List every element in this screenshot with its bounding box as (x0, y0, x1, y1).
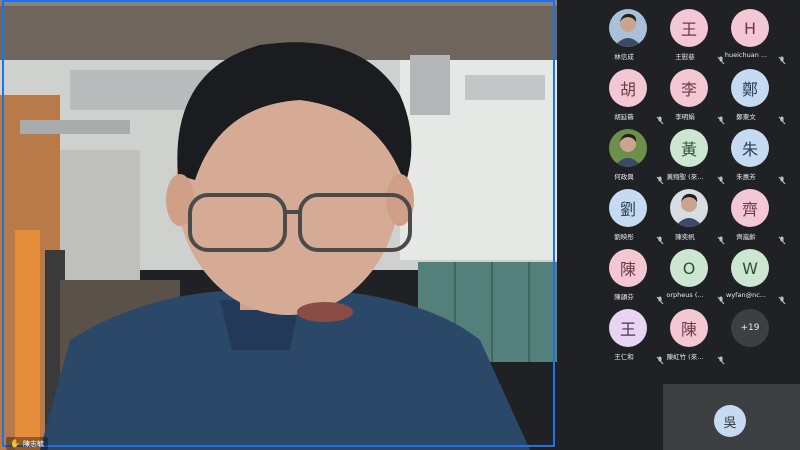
participant-name: 劉映彤 (614, 233, 634, 241)
participant-grid: 林信成王王慰慈 Hhueichuan ... 胡胡延薇李李明娟鄭鄭東文 何政興黃黃翔聖… (557, 0, 800, 450)
participant-name: 林信成 (614, 53, 634, 61)
participant-avatar: H (731, 9, 769, 47)
participant-tile[interactable]: 黃黃翔聖 (來... (659, 121, 725, 185)
mic-muted-icon (778, 290, 786, 305)
speaker-video[interactable]: ✋ 陳志毓 (0, 0, 557, 450)
participant-tile[interactable]: 齊齊嵐齡 (720, 181, 786, 245)
participant-initial: 王 (680, 20, 697, 39)
participant-name: 李明娟 (675, 113, 695, 121)
more-participants-count: +19 (731, 309, 769, 347)
participant-avatar: 黃 (670, 129, 708, 167)
participant-name: 陳奕帆 (675, 233, 695, 241)
speaker-name: 陳志毓 (22, 439, 44, 448)
participant-name: 王慰慈 (675, 53, 695, 61)
participant-name: 齊嵐齡 (736, 233, 756, 241)
participant-initial: 劉 (619, 200, 636, 219)
participant-avatar: 李 (670, 69, 708, 107)
participant-initial: O (682, 258, 696, 278)
participant-name: wyfan@nc... (726, 291, 766, 299)
participant-tile[interactable]: Oorpheus (... (659, 241, 725, 305)
participant-name: orpheus (... (666, 291, 704, 299)
participant-initial: 胡 (619, 80, 636, 99)
participant-initial: W (742, 258, 758, 278)
participant-initial: H (743, 18, 757, 38)
participant-initial: 朱 (741, 140, 758, 159)
mic-muted-icon (778, 50, 786, 65)
participant-avatar: 胡 (609, 69, 647, 107)
participant-avatar: 陳 (670, 309, 708, 347)
participant-initial: 王 (619, 320, 636, 339)
participant-initial: 陳 (619, 260, 636, 279)
participant-tile[interactable]: 劉劉映彤 (598, 181, 664, 245)
participant-name: hueichuan ... (724, 51, 768, 59)
speaker-video-frame (0, 0, 557, 450)
participant-tile[interactable]: 王王仁和 (598, 301, 664, 365)
participant-name: 陳虹竹 (來... (666, 353, 704, 361)
participant-initial: 陳 (680, 320, 697, 339)
participant-avatar: 王 (609, 309, 647, 347)
participant-avatar: 王 (670, 9, 708, 47)
participant-tile[interactable]: 陳陳韻芬 (598, 241, 664, 305)
participant-initial: 鄭 (741, 80, 758, 99)
participant-avatar: 劉 (609, 189, 647, 227)
participant-name: 胡延薇 (614, 113, 634, 121)
self-avatar-letter: 吳 (723, 415, 737, 431)
participant-tile[interactable]: 王王慰慈 (659, 1, 725, 65)
participant-tile[interactable]: 朱朱惠芳 (720, 121, 786, 185)
raised-hand-icon: ✋ (10, 439, 20, 448)
participant-name: 黃翔聖 (來... (666, 173, 704, 181)
participant-tile[interactable]: 陳陳虹竹 (來... (659, 301, 725, 365)
participant-name: 朱惠芳 (736, 173, 756, 181)
participant-tile[interactable]: 胡胡延薇 (598, 61, 664, 125)
participant-tile[interactable]: 李李明娟 (659, 61, 725, 125)
participant-initial: 黃 (680, 140, 697, 159)
participant-avatar: O (670, 249, 708, 287)
participant-tile[interactable]: Hhueichuan ... (720, 1, 786, 65)
participant-tile[interactable]: 林信成 (598, 1, 658, 61)
participant-avatar: 齊 (731, 189, 769, 227)
more-participants-tile[interactable]: +19 (720, 301, 780, 361)
speaker-name-tag: ✋ 陳志毓 (6, 437, 48, 450)
participant-name: 鄭東文 (736, 113, 756, 121)
participant-tile[interactable]: 何政興 (598, 121, 664, 185)
participant-tile[interactable]: Wwyfan@nc... (720, 241, 786, 305)
participant-avatar (609, 9, 647, 47)
participant-name: 陳韻芬 (614, 293, 634, 301)
participant-tile[interactable]: 陳奕帆 (659, 181, 725, 245)
participant-avatar (609, 129, 647, 167)
participant-avatar: W (731, 249, 769, 287)
mic-muted-icon (778, 230, 786, 245)
participant-initial: 李 (680, 80, 697, 99)
mic-muted-icon (778, 170, 786, 185)
participant-name: 王仁和 (614, 353, 634, 361)
participant-avatar (670, 189, 708, 227)
participant-tile[interactable]: 鄭鄭東文 (720, 61, 786, 125)
self-view-tile[interactable]: 吳 (663, 384, 800, 450)
participant-avatar: 陳 (609, 249, 647, 287)
participant-name: 何政興 (614, 173, 634, 181)
participant-avatar: 朱 (731, 129, 769, 167)
participant-initial: +19 (740, 323, 760, 333)
participant-initial: 齊 (741, 200, 758, 219)
participant-avatar: 鄭 (731, 69, 769, 107)
mic-muted-icon (778, 110, 786, 125)
self-avatar: 吳 (714, 405, 746, 437)
